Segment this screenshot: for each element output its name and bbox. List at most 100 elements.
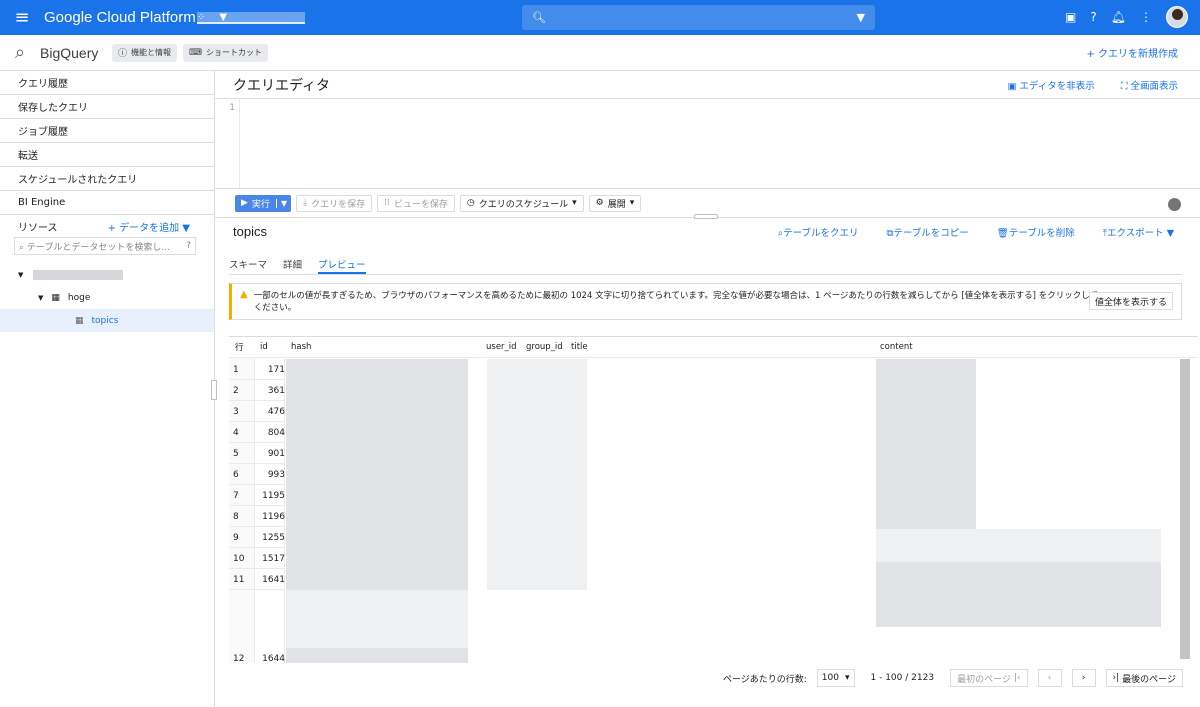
project-selector[interactable]: ⁘ ▼ xyxy=(197,11,517,24)
sidebar-item-transfers[interactable]: 転送 xyxy=(0,143,214,167)
search-dropdown-icon[interactable]: ▼ xyxy=(857,11,865,24)
editor-title: クエリエディタ xyxy=(233,76,331,93)
cell-id: 901 xyxy=(267,448,285,459)
hide-editor-button[interactable]: ▣ エディタを非表示 xyxy=(1007,78,1094,92)
save-icon: ⤓ xyxy=(303,198,308,208)
content-redacted-mid xyxy=(876,529,1161,562)
help-icon[interactable]: ? xyxy=(186,241,191,251)
save-query-button[interactable]: ⤓ クエリを保存 xyxy=(296,194,373,212)
row-divider xyxy=(229,589,285,590)
shortcuts-button[interactable]: ⌨ ショートカット xyxy=(183,43,269,62)
query-table-button[interactable]: ⌕テーブルをクエリ xyxy=(778,225,859,239)
dataset-name: hoge xyxy=(67,292,91,303)
last-page-button[interactable]: ›| 最後のページ xyxy=(1105,669,1183,687)
cell-id: 476 xyxy=(267,406,285,417)
new-query-label: クエリを新規作成 xyxy=(1098,49,1178,60)
query-toolbar: ▶ 実行 ▼ ⤓ クエリを保存 ⁞⁞ ビューを保存 ◷ クエリのスケジュール ▾ ⚙ 展開 ▾ xyxy=(215,189,1200,219)
tab-schema[interactable]: スキーマ xyxy=(229,253,267,274)
cell-id: 1255 xyxy=(262,532,285,543)
row-number: 6 xyxy=(233,469,239,480)
column-header-row: 行 xyxy=(235,343,244,353)
expand-button[interactable]: ⚙ 展開 ▾ xyxy=(588,194,642,212)
keyboard-icon: ⌨ xyxy=(189,47,203,58)
hamburger-icon[interactable]: ≡ xyxy=(0,7,44,28)
page-range: 1 - 100 / 2123 xyxy=(870,673,935,683)
chevron-down-icon[interactable]: ▼ xyxy=(38,294,43,302)
chevron-down-icon[interactable]: ▼ xyxy=(18,271,23,279)
more-vert-icon[interactable]: ⋮ xyxy=(1140,10,1152,24)
run-button[interactable]: ▶ 実行 ▼ xyxy=(235,194,292,212)
sidebar-item-saved-queries[interactable]: 保存したクエリ xyxy=(0,95,214,119)
table-icon: ▦ xyxy=(75,315,84,326)
sidebar-item-scheduled-queries[interactable]: スケジュールされたクエリ xyxy=(0,167,214,191)
cell-id: 1641 xyxy=(262,574,285,585)
query-editor[interactable]: 1 xyxy=(215,99,1200,189)
hash-redacted-row-12 xyxy=(286,648,468,663)
table-title: topics xyxy=(233,224,267,239)
row-number: 5 xyxy=(233,448,239,459)
table-name: topics xyxy=(91,315,119,326)
brand-title[interactable]: Google Cloud Platform xyxy=(44,9,197,26)
features-info-label: 機能と情報 xyxy=(131,48,172,57)
sidebar-item-bi-engine[interactable]: BI Engine xyxy=(0,191,214,215)
sidebar-item-query-history[interactable]: クエリ履歴 xyxy=(0,71,214,95)
clock-icon: ◷ xyxy=(466,198,475,208)
run-dropdown-icon[interactable]: ▼ xyxy=(275,198,291,208)
tree-table-row[interactable]: ▦ topics xyxy=(0,309,214,332)
table-header-row: 行 id hash user_id group_id title content xyxy=(229,337,1198,358)
resource-tree: ▼ ▼ ▦ hoge ▦ topics xyxy=(0,263,214,332)
tree-dataset-row[interactable]: ▼ ▦ hoge xyxy=(0,286,214,309)
row-number: 10 xyxy=(233,553,245,564)
sidebar-item-job-history[interactable]: ジョブ履歴 xyxy=(0,119,214,143)
search-icon: 🔍︎ xyxy=(532,11,546,24)
gear-icon: ⚙ xyxy=(595,198,604,208)
features-info-button[interactable]: ⓘ 機能と情報 xyxy=(112,43,178,62)
table-row: 2 361 xyxy=(229,380,285,401)
table-row: 9 1255 xyxy=(229,527,285,548)
search-input[interactable]: 🔍︎ ▼ xyxy=(522,5,875,30)
vertical-scrollbar[interactable] xyxy=(1180,359,1190,659)
tab-preview[interactable]: プレビュー xyxy=(318,253,366,274)
table-row: 3 476 xyxy=(229,401,285,422)
chevron-down-icon: ▾ xyxy=(844,673,850,683)
help-icon[interactable]: ? xyxy=(1090,10,1096,24)
cell-id: 993 xyxy=(267,469,285,480)
first-page-button[interactable]: 最初のページ |‹ xyxy=(950,669,1028,687)
chevron-down-icon: ▾ xyxy=(629,198,635,208)
next-page-button[interactable]: › xyxy=(1071,669,1096,687)
export-button[interactable]: ⤒エクスポート ▼ xyxy=(1103,225,1174,239)
column-header-content: content xyxy=(880,342,913,352)
truncation-warning: ▲ 一部のセルの値が長すぎるため、ブラウザのパフォーマンスを高めるために最初の … xyxy=(229,283,1182,320)
ids-redacted xyxy=(487,359,587,590)
show-full-value-button[interactable]: 値全体を表示する xyxy=(1088,292,1173,310)
avatar[interactable] xyxy=(1166,6,1188,28)
warning-icon: ▲ xyxy=(240,289,248,300)
notifications-icon[interactable]: 🔔︎ xyxy=(1111,10,1126,24)
row-number: 4 xyxy=(233,427,239,438)
cloud-shell-icon[interactable]: ▣ xyxy=(1065,10,1076,24)
row-number: 3 xyxy=(233,406,239,417)
resource-search-input[interactable]: ⌕ テーブルとデータセットを検索し... ? xyxy=(14,237,196,255)
table-row: 1 171 xyxy=(229,359,285,380)
table-row: 12 1644 xyxy=(229,648,285,664)
fullscreen-button[interactable]: ⛶ 全画面表示 xyxy=(1121,78,1178,92)
preview-table: 行 id hash user_id group_id title content… xyxy=(229,336,1198,663)
editor-resize-handle[interactable] xyxy=(694,214,718,219)
schedule-query-button[interactable]: ◷ クエリのスケジュール ▾ xyxy=(459,194,584,212)
delete-table-button[interactable]: 🗑︎テーブルを削除 xyxy=(997,225,1075,239)
bigquery-logo-icon: ⌕ xyxy=(14,42,26,63)
tree-project-row[interactable]: ▼ xyxy=(0,263,214,286)
row-number: 8 xyxy=(233,511,239,522)
pagination: ページあたりの行数: 100 ▾ 1 - 100 / 2123 最初のページ |‹ … xyxy=(215,663,1200,693)
tab-details[interactable]: 詳細 xyxy=(283,253,302,274)
row-number: 2 xyxy=(233,385,239,396)
copy-table-button[interactable]: ⧉テーブルをコピー xyxy=(887,225,969,239)
new-query-button[interactable]: + クエリを新規作成 xyxy=(1086,45,1178,60)
table-row: 6 993 xyxy=(229,464,285,485)
first-page-icon: |‹ xyxy=(1013,673,1021,683)
save-view-button[interactable]: ⁞⁞ ビューを保存 xyxy=(377,194,455,212)
add-data-button[interactable]: + データを追加 ▼ xyxy=(108,219,190,234)
rows-per-page-select[interactable]: 100 ▾ xyxy=(816,669,855,687)
info-icon: ⓘ xyxy=(118,49,128,59)
prev-page-button[interactable]: ‹ xyxy=(1037,669,1062,687)
